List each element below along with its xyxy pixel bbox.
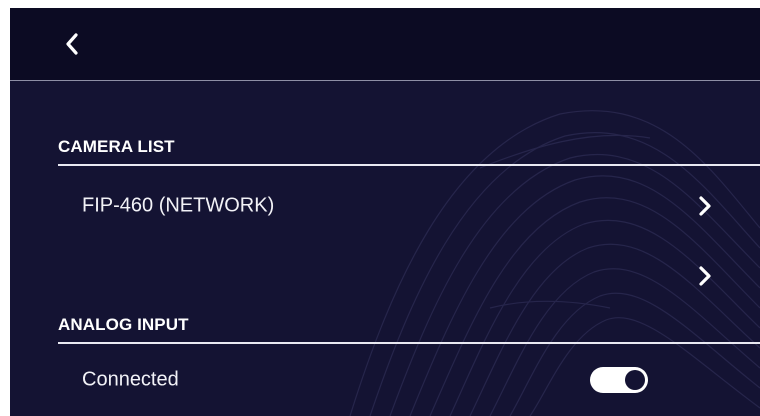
camera-list-item-label: FIP-460 (NETWORK) [82,194,275,217]
camera-settings-screen: CAMERA LIST FIP-460 (NETWORK) ANALOG INP… [10,8,760,416]
chevron-left-icon [66,33,78,55]
camera-list-item-fip-460[interactable]: FIP-460 (NETWORK) [58,176,760,236]
section-title-camera-list: CAMERA LIST [58,137,175,156]
back-button[interactable] [50,24,94,64]
chevron-right-icon [699,196,711,216]
toggle-knob [625,370,645,390]
section-header-analog-input: ANALOG INPUT [58,310,760,344]
camera-list-item-empty[interactable] [58,246,760,306]
connected-toggle[interactable] [590,367,648,393]
top-bar [10,8,760,81]
connected-label: Connected [82,368,179,391]
section-title-analog-input: ANALOG INPUT [58,315,189,334]
analog-input-connected-row: Connected [58,350,760,410]
chevron-right-icon [699,266,711,286]
section-header-camera-list: CAMERA LIST [58,132,760,166]
